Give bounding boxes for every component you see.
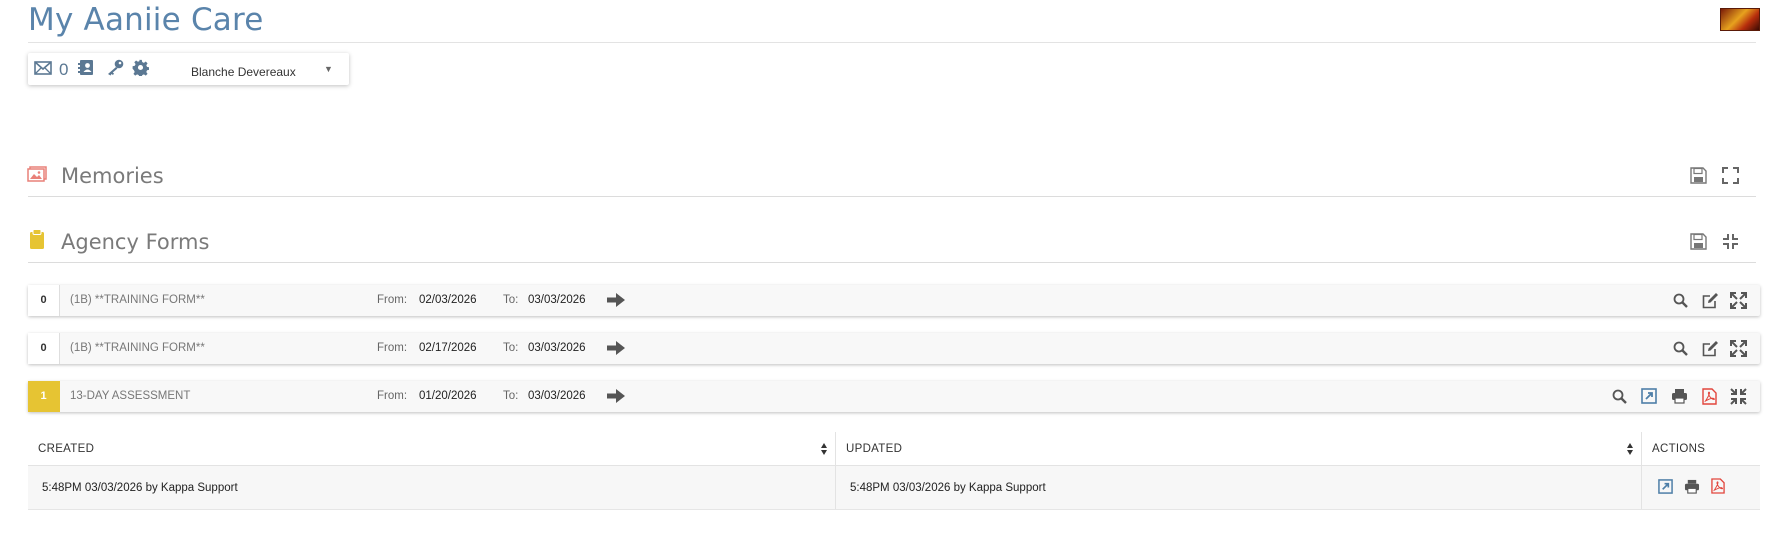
actions-cell: [1641, 465, 1760, 510]
search-icon[interactable]: [1612, 389, 1627, 409]
arrow-right-icon[interactable]: [607, 293, 625, 312]
form-row[interactable]: 0 (1B) **TRAINING FORM** From: 02/17/202…: [28, 333, 1760, 364]
memories-divider: [28, 196, 1756, 197]
open-external-icon[interactable]: [1658, 478, 1673, 497]
form-name: (1B) **TRAINING FORM**: [70, 342, 205, 354]
sort-icon[interactable]: [1627, 443, 1633, 458]
print-icon[interactable]: [1671, 388, 1688, 409]
form-row[interactable]: 0 (1B) **TRAINING FORM** From: 02/03/202…: [28, 285, 1760, 316]
from-date[interactable]: 02/17/2026: [419, 342, 477, 354]
agency-forms-divider: [28, 262, 1756, 263]
to-label: To:: [503, 294, 519, 306]
title-divider: [28, 42, 1756, 43]
edit-icon[interactable]: [1702, 340, 1719, 362]
column-header-actions: ACTIONS: [1641, 432, 1760, 466]
from-label: From:: [377, 294, 408, 306]
expand-icon[interactable]: [1730, 340, 1747, 362]
expand-icon[interactable]: [1722, 167, 1739, 189]
user-toolbar: 0 Blanche Devereaux ▼: [28, 53, 349, 85]
gear-icon[interactable]: [132, 59, 150, 81]
agency-forms-title: Agency Forms: [61, 230, 210, 254]
form-name: (1B) **TRAINING FORM**: [70, 294, 205, 306]
to-date[interactable]: 03/03/2026: [528, 342, 586, 354]
to-date[interactable]: 03/03/2026: [528, 390, 586, 402]
column-header-created[interactable]: CREATED: [28, 432, 836, 466]
search-icon[interactable]: [1673, 341, 1688, 361]
sort-icon[interactable]: [821, 443, 827, 458]
chevron-down-icon[interactable]: ▼: [324, 64, 333, 74]
memories-title: Memories: [61, 164, 164, 188]
form-count-badge: 1: [28, 381, 60, 412]
to-label: To:: [503, 390, 519, 402]
clipboard-icon: [29, 229, 45, 254]
form-name: 13-DAY ASSESSMENT: [70, 390, 191, 402]
edit-icon[interactable]: [1702, 292, 1719, 314]
created-cell: 5:48PM 03/03/2026 by Kappa Support: [28, 465, 836, 510]
search-icon[interactable]: [1673, 293, 1688, 313]
image-icon: [27, 166, 47, 187]
user-select[interactable]: Blanche Devereaux: [191, 65, 296, 79]
collapse-icon[interactable]: [1722, 233, 1739, 255]
form-entries-table: CREATED UPDATED ACTIONS 5:48PM 03/03/202…: [28, 432, 1760, 510]
key-icon[interactable]: [106, 59, 124, 81]
pdf-icon[interactable]: [1702, 388, 1717, 410]
mail-count[interactable]: 0: [59, 60, 68, 80]
pdf-icon[interactable]: [1711, 478, 1726, 497]
from-label: From:: [377, 342, 408, 354]
page-title: My Aaniie Care: [28, 2, 264, 38]
print-icon[interactable]: [1684, 479, 1700, 497]
collapse-icon[interactable]: [1730, 388, 1747, 410]
from-label: From:: [377, 390, 408, 402]
from-date[interactable]: 01/20/2026: [419, 390, 477, 402]
arrow-right-icon[interactable]: [607, 341, 625, 360]
expand-icon[interactable]: [1730, 292, 1747, 314]
to-date[interactable]: 03/03/2026: [528, 294, 586, 306]
from-date[interactable]: 02/03/2026: [419, 294, 477, 306]
form-count-badge: 0: [28, 333, 60, 364]
profile-image[interactable]: [1720, 8, 1760, 31]
save-icon[interactable]: [1690, 167, 1707, 189]
column-header-updated[interactable]: UPDATED: [835, 432, 1642, 466]
form-count-badge: 0: [28, 285, 60, 316]
contacts-icon[interactable]: [78, 59, 94, 81]
mail-icon[interactable]: [34, 61, 52, 80]
arrow-right-icon[interactable]: [607, 389, 625, 408]
save-icon[interactable]: [1690, 233, 1707, 255]
updated-cell: 5:48PM 03/03/2026 by Kappa Support: [835, 465, 1642, 510]
table-row: 5:48PM 03/03/2026 by Kappa Support 5:48P…: [28, 465, 1760, 510]
open-external-icon[interactable]: [1641, 388, 1657, 409]
to-label: To:: [503, 342, 519, 354]
form-row[interactable]: 1 13-DAY ASSESSMENT From: 01/20/2026 To:…: [28, 381, 1760, 412]
